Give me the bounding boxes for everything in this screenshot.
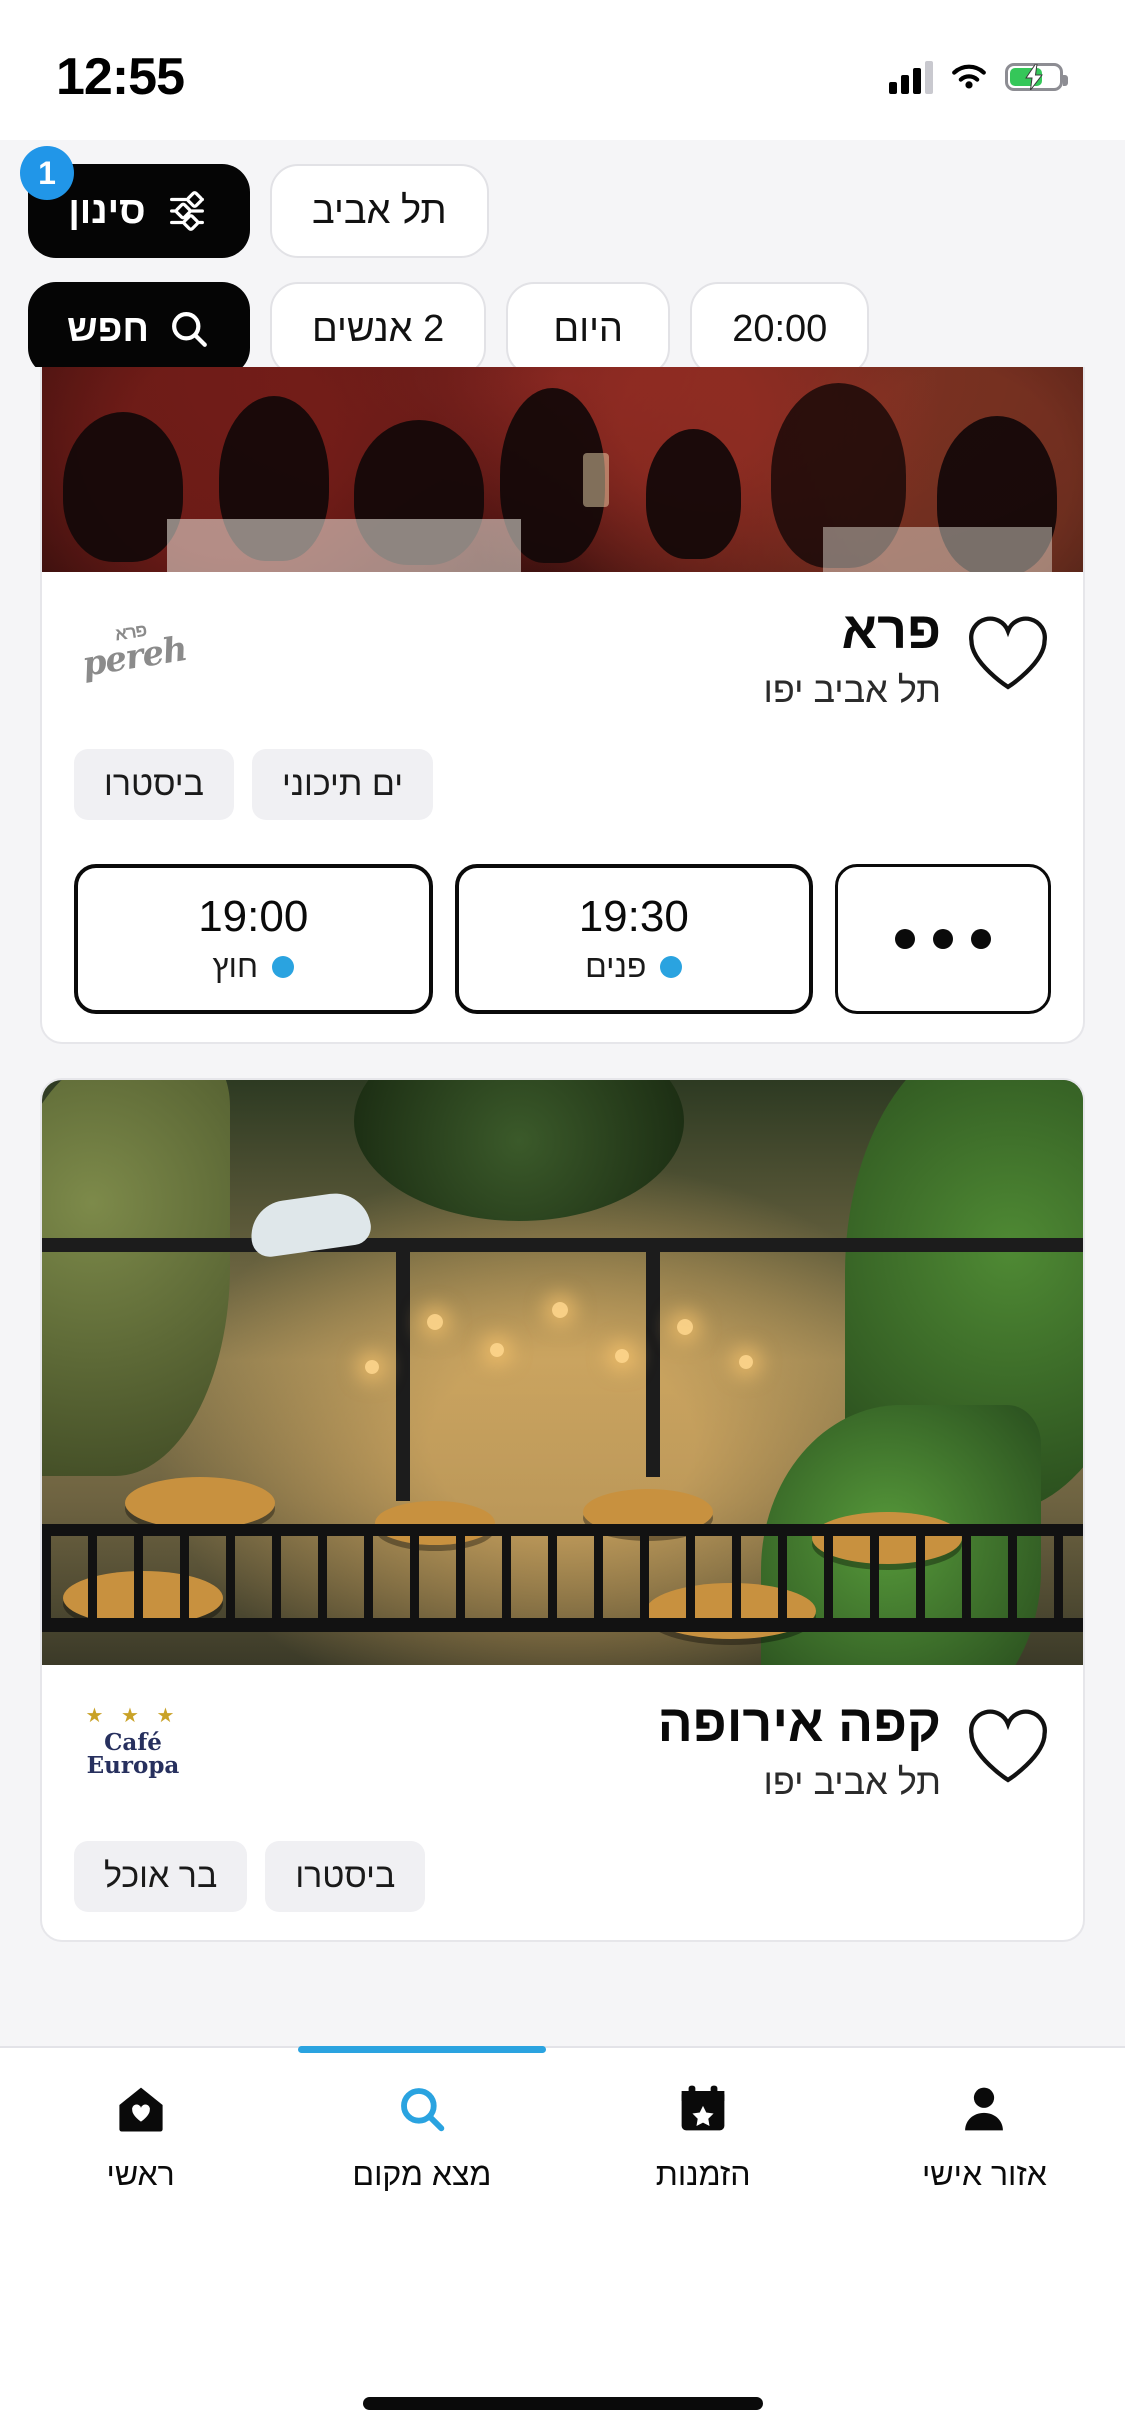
time-slot-area: פנים bbox=[585, 948, 647, 985]
filter-button[interactable]: 1 סינון bbox=[20, 146, 250, 258]
restaurant-tags: ביסטרו ים תיכוני bbox=[74, 748, 1051, 820]
app-root: 12:55 1 סינון תל אביב חפש 2 אנשים היום 2… bbox=[0, 0, 1125, 2436]
bottom-tab-bar: ראשי מצא מקום הזמנות אזור אישי bbox=[0, 2046, 1125, 2436]
city-filter-label: תל אביב bbox=[312, 189, 447, 232]
tab-home-label: ראשי bbox=[106, 2156, 175, 2192]
tab-personal-area-label: אזור אישי bbox=[921, 2156, 1047, 2192]
tab-reservations[interactable]: הזמנות bbox=[563, 2048, 844, 2278]
status-bar: 12:55 bbox=[0, 0, 1125, 140]
restaurant-tag[interactable]: ביסטרו bbox=[74, 748, 234, 820]
results-list[interactable]: פרא pereh פרא תל אביב יפו ביסטרו ים תיכו… bbox=[0, 367, 1125, 2046]
search-button[interactable]: חפש bbox=[28, 282, 250, 376]
person-icon bbox=[956, 2082, 1012, 2136]
availability-slots: 19:00 חוץ 19:30 פנים bbox=[74, 863, 1051, 1014]
sliders-icon bbox=[164, 188, 210, 234]
restaurant-photo bbox=[42, 1079, 1083, 1665]
filter-button-label: סינון bbox=[68, 189, 146, 232]
calendar-star-icon bbox=[675, 2082, 731, 2136]
search-button-label: חפש bbox=[67, 307, 149, 350]
restaurant-tags: בר אוכל ביסטרו bbox=[74, 1841, 1051, 1913]
filter-bar: 1 סינון תל אביב חפש 2 אנשים היום 20:00 bbox=[0, 140, 1125, 376]
restaurant-name: פרא bbox=[841, 602, 941, 660]
cellular-bars-icon bbox=[889, 60, 933, 94]
time-label: 20:00 bbox=[732, 307, 828, 350]
time-slot-time: 19:00 bbox=[198, 892, 309, 942]
city-filter-chip[interactable]: תל אביב bbox=[270, 164, 489, 258]
restaurant-tag[interactable]: ביסטרו bbox=[265, 1841, 426, 1913]
restaurant-logo: פרא pereh bbox=[74, 612, 192, 686]
restaurant-tag[interactable]: בר אוכל bbox=[74, 1841, 248, 1913]
restaurant-location: תל אביב יפו bbox=[763, 1761, 941, 1803]
restaurant-name-block: קפה אירופה תל אביב יפו bbox=[216, 1694, 941, 1804]
time-slot-area-row: פנים bbox=[585, 948, 683, 985]
date-chip[interactable]: היום bbox=[506, 282, 671, 376]
heart-outline-icon[interactable] bbox=[965, 1707, 1051, 1787]
restaurant-tag[interactable]: ים תיכוני bbox=[251, 748, 434, 820]
search-icon bbox=[167, 307, 211, 351]
home-indicator bbox=[362, 2397, 763, 2410]
restaurant-logo-text: Café Europa bbox=[86, 1729, 180, 1779]
restaurant-card[interactable]: ★ ★ ★ Café Europa קפה אירופה תל אביב יפו bbox=[40, 1077, 1085, 1943]
heart-outline-icon[interactable] bbox=[965, 614, 1051, 694]
tab-home[interactable]: ראשי bbox=[0, 2048, 281, 2278]
time-slot-button[interactable]: 19:30 פנים bbox=[454, 863, 813, 1014]
tab-personal-area[interactable]: אזור אישי bbox=[844, 2048, 1125, 2278]
status-icons bbox=[889, 60, 1068, 94]
restaurant-logo: ★ ★ ★ Café Europa bbox=[74, 1705, 192, 1779]
filter-badge: 1 bbox=[20, 146, 74, 200]
time-slot-area-row: חוץ bbox=[212, 948, 294, 985]
filter-row-secondary: חפש 2 אנשים היום 20:00 bbox=[28, 282, 1097, 376]
status-time: 12:55 bbox=[56, 48, 185, 106]
filter-row-primary: 1 סינון תל אביב bbox=[20, 146, 1097, 258]
restaurant-card[interactable]: פרא pereh פרא תל אביב יפו ביסטרו ים תיכו… bbox=[40, 367, 1085, 1044]
time-chip[interactable]: 20:00 bbox=[690, 282, 870, 376]
search-icon bbox=[394, 2082, 450, 2136]
restaurant-photo bbox=[42, 367, 1083, 572]
restaurant-location: תל אביב יפו bbox=[763, 668, 941, 710]
restaurant-logo-stars: ★ ★ ★ bbox=[85, 1705, 181, 1728]
battery-charging-icon bbox=[1005, 63, 1068, 91]
restaurant-title-row: פרא pereh פרא תל אביב יפו bbox=[74, 604, 1051, 711]
ellipsis-icon bbox=[895, 928, 991, 949]
time-slot-button[interactable]: 19:00 חוץ bbox=[74, 863, 433, 1014]
restaurant-card-body: ★ ★ ★ Café Europa קפה אירופה תל אביב יפו bbox=[42, 1665, 1083, 1941]
home-heart-icon bbox=[113, 2082, 169, 2136]
time-slot-area: חוץ bbox=[212, 948, 259, 985]
date-label: היום bbox=[553, 307, 624, 350]
restaurant-name-block: פרא תל אביב יפו bbox=[216, 604, 941, 711]
party-size-label: 2 אנשים bbox=[312, 307, 445, 350]
tab-find-place-label: מצא מקום bbox=[352, 2156, 492, 2192]
tab-find-place[interactable]: מצא מקום bbox=[281, 2046, 562, 2278]
tab-reservations-label: הזמנות bbox=[655, 2156, 751, 2192]
availability-dot-icon bbox=[660, 955, 683, 978]
wifi-icon bbox=[949, 61, 989, 93]
restaurant-title-row: ★ ★ ★ Café Europa קפה אירופה תל אביב יפו bbox=[74, 1694, 1051, 1804]
time-slot-time: 19:30 bbox=[578, 892, 689, 942]
restaurant-card-body: פרא pereh פרא תל אביב יפו ביסטרו ים תיכו… bbox=[42, 572, 1083, 1042]
availability-dot-icon bbox=[272, 955, 294, 978]
party-size-chip[interactable]: 2 אנשים bbox=[270, 282, 487, 376]
more-slots-button[interactable] bbox=[835, 863, 1051, 1014]
restaurant-name: קפה אירופה bbox=[657, 1694, 941, 1753]
